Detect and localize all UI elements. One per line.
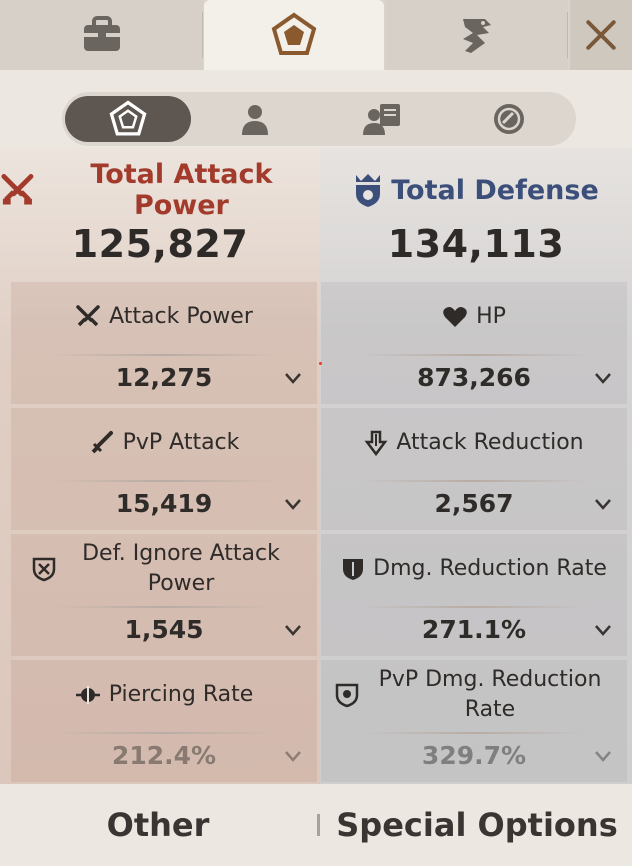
notification-dot <box>319 362 322 365</box>
crossed-swords-icon <box>1 174 34 205</box>
pentagon-stats-icon <box>109 100 147 136</box>
stat-card-piercing-rate[interactable]: Piercing Rate 212.4% <box>11 660 317 782</box>
pvp-shield-icon <box>335 683 359 708</box>
chevron-down-icon[interactable] <box>283 620 303 640</box>
stat-card-def-ignore[interactable]: Def. Ignore Attack Power 1,545 <box>11 534 317 656</box>
stat-value: 873,266 <box>417 363 531 392</box>
total-attack-label: Total Attack Power <box>90 159 273 221</box>
inventory-bag-icon <box>83 16 120 51</box>
subtab-character[interactable] <box>192 96 318 142</box>
shield-icon <box>343 559 364 580</box>
stat-label: HP <box>476 304 506 329</box>
stat-card-pvp-attack[interactable]: PvP Attack 15,419 <box>11 408 317 530</box>
stat-value: 271.1% <box>421 615 527 644</box>
stat-card-hp[interactable]: HP 873,266 <box>321 282 627 404</box>
stat-label: Attack Reduction <box>396 430 584 455</box>
chevron-down-icon[interactable] <box>593 620 613 640</box>
sub-tab-bar <box>62 92 576 146</box>
stat-label: Def. Ignore Attack Power <box>82 541 280 596</box>
character-icon <box>242 105 268 135</box>
divider <box>361 354 587 356</box>
divider <box>361 606 587 608</box>
stat-label: Dmg. Reduction Rate <box>373 556 607 581</box>
piercing-icon <box>75 686 100 704</box>
stat-label: Attack Power <box>109 304 253 329</box>
subtab-stats[interactable] <box>65 96 191 142</box>
down-arrow-icon <box>364 430 388 456</box>
divider <box>51 732 277 734</box>
other-button[interactable]: Other <box>0 784 316 866</box>
character-stats-panel: Total Attack Power 125,827 Total Defense… <box>0 0 632 866</box>
divider <box>51 606 277 608</box>
subtab-currency[interactable] <box>446 96 572 142</box>
total-attack-summary: Total Attack Power 125,827 <box>0 159 320 266</box>
shield-crossed-icon <box>32 557 56 582</box>
crossed-swords-icon <box>76 305 100 327</box>
divider <box>51 480 277 482</box>
stat-value: 329.7% <box>421 741 527 770</box>
tab-inventory[interactable] <box>0 0 203 70</box>
stat-label: PvP Dmg. Reduction Rate <box>378 667 602 722</box>
crowned-shield-icon <box>356 174 381 207</box>
special-options-button[interactable]: Special Options <box>322 784 632 866</box>
chevron-down-icon[interactable] <box>593 746 613 766</box>
divider <box>361 480 587 482</box>
sword-icon <box>91 431 113 454</box>
stat-card-dmg-reduction-rate[interactable]: Dmg. Reduction Rate 271.1% <box>321 534 627 656</box>
total-defense-value: 134,113 <box>387 222 565 266</box>
stat-card-pvp-dmg-reduction-rate[interactable]: PvP Dmg. Reduction Rate 329.7% <box>321 660 627 782</box>
pentagon-stats-icon <box>271 12 317 55</box>
divider <box>51 354 277 356</box>
total-attack-value: 125,827 <box>71 222 249 266</box>
total-defense-label: Total Defense <box>391 174 599 206</box>
divider <box>317 814 320 836</box>
stat-card-attack-power[interactable]: Attack Power 12,275 <box>11 282 317 404</box>
stat-value: 15,419 <box>115 489 213 518</box>
stat-value: 212.4% <box>111 741 217 770</box>
stat-value: 12,275 <box>115 363 213 392</box>
close-icon <box>583 17 619 53</box>
close-button[interactable] <box>570 0 632 70</box>
subtab-npc[interactable] <box>319 96 445 142</box>
bottom-bar: Other Special Options <box>0 784 632 866</box>
npc-card-icon <box>363 104 400 135</box>
stat-value: 2,567 <box>434 489 514 518</box>
coin-icon <box>494 104 524 134</box>
chevron-down-icon[interactable] <box>283 494 303 514</box>
stat-card-attack-reduction[interactable]: Attack Reduction 2,567 <box>321 408 627 530</box>
dragon-icon <box>463 19 491 53</box>
stat-value: 1,545 <box>124 615 204 644</box>
chevron-down-icon[interactable] <box>283 368 303 388</box>
chevron-down-icon[interactable] <box>593 494 613 514</box>
top-tab-bar <box>0 0 632 70</box>
heart-icon <box>443 307 467 327</box>
stat-label: Piercing Rate <box>108 682 254 707</box>
stat-label: PvP Attack <box>122 430 240 455</box>
chevron-down-icon[interactable] <box>593 368 613 388</box>
chevron-down-icon[interactable] <box>283 746 303 766</box>
tab-dragon[interactable] <box>386 0 568 70</box>
divider <box>361 732 587 734</box>
tab-stats[interactable] <box>204 0 384 70</box>
total-defense-summary: Total Defense 134,113 <box>320 170 632 266</box>
